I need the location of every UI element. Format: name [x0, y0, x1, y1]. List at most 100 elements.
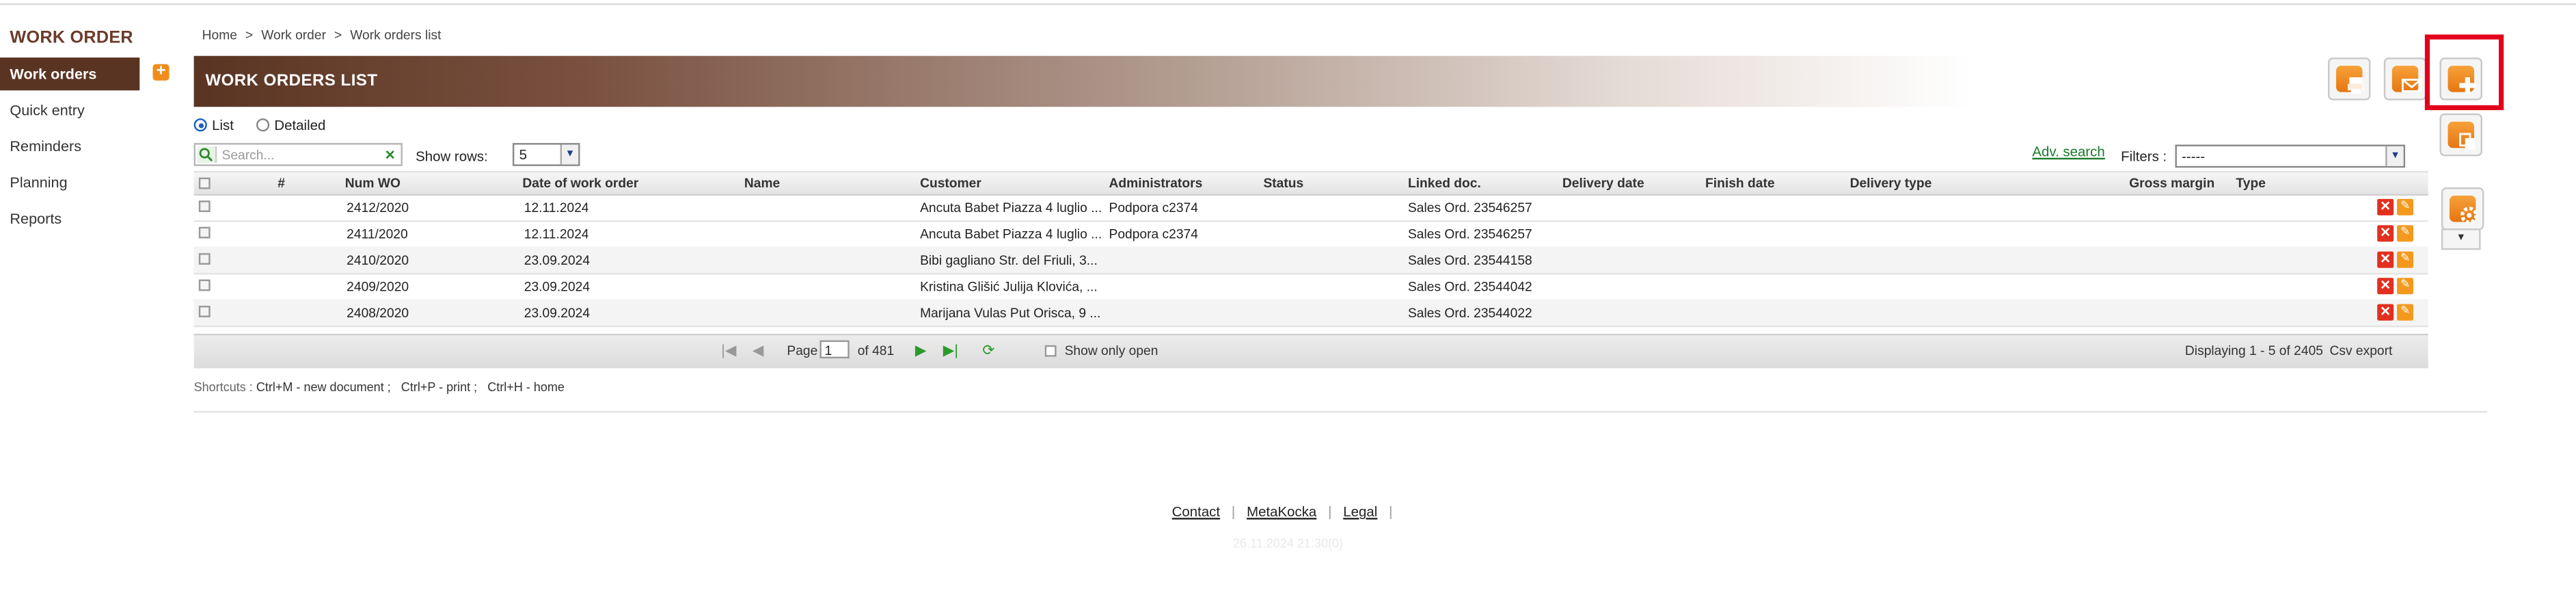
col-finish-date[interactable]: Finish date	[1705, 176, 1775, 191]
breadcrumb-home[interactable]: Home	[202, 28, 237, 43]
clear-icon[interactable]: ✕	[383, 148, 398, 163]
footer-link-legal[interactable]: Legal	[1343, 503, 1377, 520]
cell-date: 12.11.2024	[524, 226, 589, 242]
sidebar-item-planning[interactable]: Planning	[0, 166, 139, 199]
footer-separator: |	[1328, 503, 1332, 520]
shortcut-new: Ctrl+M - new document ;	[256, 380, 391, 395]
settings-button[interactable]	[2441, 187, 2484, 230]
cell-customer: Kristina Glišić Julija Klovića, ...	[920, 279, 1098, 295]
table-header: # Num WO Date of work order Name Custome…	[193, 170, 2428, 196]
col-administrators[interactable]: Administrators	[1109, 176, 1202, 191]
cell-date: 23.09.2024	[524, 279, 591, 295]
col-name[interactable]: Name	[744, 176, 780, 191]
edit-icon[interactable]: ✎	[2396, 198, 2414, 215]
table-row[interactable]: 2410/2020 23.09.2024 Bibi gagliano Str. …	[193, 246, 2428, 275]
page-header: WORK ORDERS LIST	[193, 55, 1972, 107]
row-checkbox[interactable]	[198, 279, 211, 291]
col-delivery-date[interactable]: Delivery date	[1562, 176, 1644, 191]
col-index[interactable]: #	[277, 176, 285, 191]
cell-customer: Ancuta Babet Piazza 4 luglio ...	[920, 200, 1101, 215]
sidebar-item-reminders[interactable]: Reminders	[0, 130, 139, 163]
advanced-search-link[interactable]: Adv. search	[2032, 143, 2104, 159]
search-input[interactable]: Search... ✕	[193, 143, 403, 166]
delete-icon[interactable]: ✕	[2377, 225, 2394, 242]
shortcut-print: Ctrl+P - print ;	[401, 380, 478, 395]
radio-list[interactable]	[193, 118, 207, 132]
highlight-frame	[2424, 34, 2504, 111]
delete-icon[interactable]: ✕	[2377, 278, 2394, 295]
cell-linked-doc[interactable]: Sales Ord. 23544158	[1408, 253, 1532, 268]
radio-detailed-label: Detailed	[274, 116, 326, 133]
radio-detailed[interactable]	[256, 118, 270, 132]
last-page-icon[interactable]: ▶|	[943, 342, 958, 360]
filters-label: Filters :	[2121, 148, 2167, 165]
page-input[interactable]: 1	[819, 340, 850, 359]
footer-link-metakocka[interactable]: MetaKocka	[1247, 503, 1316, 520]
footer-timestamp: 26.11.2024 21:30(0)	[1232, 536, 1344, 551]
sidebar-item-quick-entry[interactable]: Quick entry	[0, 94, 139, 127]
gear-icon	[2449, 196, 2478, 224]
delete-icon[interactable]: ✕	[2377, 304, 2394, 321]
delete-icon[interactable]: ✕	[2377, 251, 2394, 268]
footer-separator: |	[1389, 503, 1393, 520]
col-gross-margin[interactable]: Gross margin	[2129, 176, 2214, 191]
row-checkbox[interactable]	[198, 306, 211, 317]
filters-value: -----	[2182, 148, 2206, 165]
col-date[interactable]: Date of work order	[522, 176, 638, 191]
cell-administrators: Podpora c2374	[1109, 200, 1198, 215]
settings-dropdown-toggle[interactable]: ▼	[2441, 228, 2481, 250]
cell-administrators: Podpora c2374	[1109, 226, 1198, 242]
shortcuts-label: Shortcuts :	[193, 380, 253, 395]
breadcrumb-work-order[interactable]: Work order	[261, 28, 326, 43]
col-type[interactable]: Type	[2236, 176, 2265, 191]
col-customer[interactable]: Customer	[920, 176, 981, 191]
cell-customer: Marijana Vulas Put Orisca, 9 ...	[920, 306, 1101, 321]
first-page-icon[interactable]: |◀	[721, 342, 736, 360]
footer-link-contact[interactable]: Contact	[1172, 503, 1220, 520]
shortcuts-bar: Shortcuts : Ctrl+M - new document ; Ctrl…	[194, 380, 565, 395]
row-checkbox[interactable]	[198, 200, 211, 213]
col-delivery-type[interactable]: Delivery type	[1850, 176, 1932, 191]
cell-linked-doc[interactable]: Sales Ord. 23544022	[1408, 306, 1532, 321]
show-only-open-checkbox[interactable]	[1044, 345, 1057, 357]
cell-linked-doc[interactable]: Sales Ord. 23544042	[1408, 280, 1532, 295]
csv-export-link[interactable]: Csv export	[2329, 343, 2392, 358]
cell-customer: Ancuta Babet Piazza 4 luglio ...	[920, 226, 1101, 242]
table-row[interactable]: 2408/2020 23.09.2024 Marijana Vulas Put …	[193, 299, 2428, 328]
col-status[interactable]: Status	[1263, 176, 1303, 191]
content-divider	[193, 410, 2488, 413]
sidebar-add-icon[interactable]: +	[152, 64, 170, 81]
cell-customer: Bibi gagliano Str. del Friuli, 3...	[920, 253, 1098, 268]
table-row[interactable]: 2411/2020 12.11.2024 Ancuta Babet Piazza…	[193, 220, 2428, 248]
cell-linked-doc[interactable]: Sales Ord. 23546257	[1408, 200, 1532, 215]
edit-icon[interactable]: ✎	[2396, 251, 2414, 268]
show-only-open-label: Show only open	[1064, 343, 1158, 359]
select-all-checkbox[interactable]	[198, 177, 211, 189]
cell-date: 23.09.2024	[524, 306, 591, 321]
table-row[interactable]: 2412/2020 12.11.2024 Ancuta Babet Piazza…	[193, 194, 2428, 222]
delete-icon[interactable]: ✕	[2377, 198, 2394, 215]
edit-icon[interactable]: ✎	[2396, 225, 2414, 242]
email-button[interactable]	[2383, 57, 2427, 101]
col-num-wo[interactable]: Num WO	[345, 176, 401, 191]
cell-linked-doc[interactable]: Sales Ord. 23546257	[1408, 227, 1532, 242]
copy-button[interactable]	[2439, 113, 2482, 157]
next-page-icon[interactable]: ▶	[915, 342, 927, 360]
filters-select[interactable]: ----- ▼	[2175, 144, 2406, 168]
pager: |◀ ◀ Page 1 of 481 ▶ ▶| ⟳ Show only open…	[193, 333, 2428, 369]
row-checkbox[interactable]	[198, 253, 211, 265]
sidebar-item-work-orders[interactable]: Work orders	[0, 57, 140, 91]
refresh-icon[interactable]: ⟳	[982, 342, 994, 360]
cell-num-wo: 2411/2020	[347, 226, 408, 242]
table-row[interactable]: 2409/2020 23.09.2024 Kristina Glišić Jul…	[193, 273, 2428, 301]
cell-date: 12.11.2024	[524, 200, 589, 215]
print-button[interactable]	[2328, 57, 2371, 101]
row-checkbox[interactable]	[198, 226, 211, 239]
rows-select[interactable]: 5 ▼	[512, 143, 580, 166]
col-linked-doc[interactable]: Linked doc.	[1408, 176, 1481, 191]
edit-icon[interactable]: ✎	[2396, 304, 2414, 321]
sidebar-item-reports[interactable]: Reports	[0, 202, 139, 235]
prev-page-icon[interactable]: ◀	[753, 342, 764, 360]
search-icon[interactable]	[197, 146, 217, 163]
edit-icon[interactable]: ✎	[2396, 278, 2414, 295]
